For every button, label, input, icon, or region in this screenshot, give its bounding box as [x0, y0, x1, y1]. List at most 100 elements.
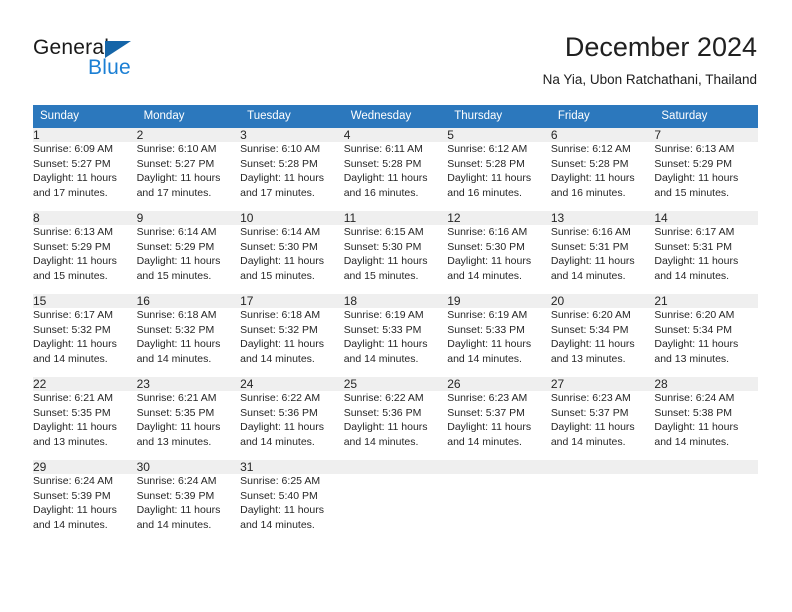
day-daylight-1-text: Daylight: 11 hours [447, 172, 532, 185]
day-daylight-1-text: Daylight: 11 hours [33, 504, 117, 517]
day-daylight-1-text: Daylight: 11 hours [550, 338, 635, 351]
day-number[interactable]: 7 [654, 128, 758, 142]
day-sunset-text: Sunset: 5:34 PM [654, 323, 733, 336]
day-detail: Sunrise: 6:21 AM Sunset: 5:35 PM Daylight:… [137, 391, 241, 460]
weekday-header-monday: Monday [136, 105, 241, 128]
day-daylight-1-text: Daylight: 11 hours [136, 338, 221, 351]
day-daylight-2-text: and 14 minutes. [343, 352, 419, 365]
page-subtitle: Na Yia, Ubon Ratchathani, Thailand [542, 72, 757, 87]
day-daylight-2-text: and 14 minutes. [240, 352, 315, 365]
day-daylight-2-text: and 15 minutes. [136, 269, 212, 282]
day-number[interactable]: 16 [136, 294, 241, 308]
day-sunset-text: Sunset: 5:27 PM [33, 157, 111, 170]
day-daylight-2-text: and 14 minutes. [447, 352, 522, 365]
day-daylight-1-text: Daylight: 11 hours [654, 421, 739, 434]
day-number[interactable]: 1 [33, 128, 137, 142]
day-number[interactable]: 9 [136, 211, 241, 225]
day-detail-empty [447, 474, 551, 543]
day-daylight-2-text: and 14 minutes. [343, 435, 419, 448]
day-daylight-1-text: Daylight: 11 hours [654, 172, 739, 185]
day-number[interactable]: 31 [240, 460, 344, 474]
day-cell-empty [343, 460, 448, 474]
title-block: December 2024 Na Yia, Ubon Ratchathani, … [543, 30, 757, 90]
weekday-header-tuesday: Tuesday [240, 105, 344, 128]
day-sunrise-text: Sunrise: 6:09 AM [33, 143, 113, 155]
day-sunrise-text: Sunrise: 6:10 AM [136, 143, 217, 155]
day-number[interactable]: 2 [136, 128, 241, 142]
day-number[interactable]: 4 [343, 128, 448, 142]
day-detail: Sunrise: 6:14 AM Sunset: 5:29 PM Daylight:… [137, 225, 241, 294]
calendar-page: General Blue December 2024 Na Yia, Ubon … [0, 0, 792, 612]
day-number[interactable]: 28 [654, 377, 758, 391]
day-daylight-1-text: Daylight: 11 hours [136, 255, 221, 268]
day-number[interactable]: 21 [654, 294, 758, 308]
day-daylight-2-text: and 17 minutes. [136, 186, 212, 199]
day-number[interactable]: 8 [33, 211, 137, 225]
day-sunrise-text: Sunrise: 6:24 AM [654, 392, 735, 404]
day-number[interactable]: 24 [240, 377, 344, 391]
day-sunrise-text: Sunrise: 6:13 AM [654, 143, 735, 155]
day-daylight-1-text: Daylight: 11 hours [343, 255, 428, 268]
day-number[interactable]: 20 [550, 294, 655, 308]
day-number[interactable]: 23 [136, 377, 241, 391]
day-daylight-2-text: and 13 minutes. [33, 435, 108, 448]
day-number[interactable]: 3 [240, 128, 344, 142]
day-detail: Sunrise: 6:16 AM Sunset: 5:30 PM Daylight:… [447, 225, 551, 294]
day-number[interactable]: 14 [654, 211, 758, 225]
day-cell-empty [550, 460, 655, 474]
week-row-details: Sunrise: 6:09 AM Sunset: 5:27 PM Daylight:… [33, 142, 758, 211]
weekday-header-thursday: Thursday [447, 105, 551, 128]
day-number[interactable]: 12 [447, 211, 551, 225]
day-sunrise-text: Sunrise: 6:17 AM [654, 226, 735, 238]
day-sunrise-text: Sunrise: 6:21 AM [136, 392, 217, 404]
day-daylight-1-text: Daylight: 11 hours [240, 504, 324, 517]
day-number[interactable]: 22 [33, 377, 137, 391]
day-detail: Sunrise: 6:13 AM Sunset: 5:29 PM Daylight:… [33, 225, 137, 294]
day-detail: Sunrise: 6:10 AM Sunset: 5:27 PM Daylight:… [137, 142, 241, 211]
day-sunrise-text: Sunrise: 6:17 AM [33, 309, 113, 321]
day-daylight-2-text: and 13 minutes. [136, 435, 212, 448]
day-number[interactable]: 13 [550, 211, 655, 225]
general-blue-logo: General Blue [33, 36, 223, 86]
day-daylight-1-text: Daylight: 11 hours [136, 504, 221, 517]
day-daylight-1-text: Daylight: 11 hours [240, 255, 324, 268]
day-number[interactable]: 15 [33, 294, 137, 308]
day-number[interactable]: 26 [447, 377, 551, 391]
day-daylight-1-text: Daylight: 11 hours [33, 255, 117, 268]
day-number[interactable]: 6 [550, 128, 655, 142]
day-daylight-2-text: and 14 minutes. [240, 435, 315, 448]
day-sunset-text: Sunset: 5:35 PM [33, 406, 111, 419]
day-sunrise-text: Sunrise: 6:14 AM [136, 226, 217, 238]
week-row-numbers: 1234567 [33, 128, 758, 142]
day-detail: Sunrise: 6:24 AM Sunset: 5:39 PM Daylight:… [33, 474, 137, 543]
day-number[interactable]: 27 [550, 377, 655, 391]
day-daylight-2-text: and 17 minutes. [240, 186, 315, 199]
day-detail: Sunrise: 6:13 AM Sunset: 5:29 PM Daylight:… [654, 142, 758, 211]
day-detail-empty [654, 474, 758, 543]
day-sunrise-text: Sunrise: 6:16 AM [550, 226, 631, 238]
day-sunset-text: Sunset: 5:36 PM [343, 406, 422, 419]
day-detail: Sunrise: 6:24 AM Sunset: 5:38 PM Daylight:… [654, 391, 758, 460]
day-sunset-text: Sunset: 5:31 PM [550, 240, 629, 253]
day-daylight-2-text: and 15 minutes. [33, 269, 108, 282]
weekday-header-saturday: Saturday [654, 105, 758, 128]
page-title: December 2024 [564, 32, 757, 62]
day-daylight-2-text: and 14 minutes. [136, 518, 212, 531]
day-number[interactable]: 10 [240, 211, 344, 225]
day-number[interactable]: 17 [240, 294, 344, 308]
day-number[interactable]: 29 [33, 460, 137, 474]
day-detail: Sunrise: 6:23 AM Sunset: 5:37 PM Daylight:… [551, 391, 655, 460]
day-daylight-1-text: Daylight: 11 hours [447, 255, 532, 268]
calendar-header-row: Sunday Monday Tuesday Wednesday Thursday… [33, 105, 758, 128]
day-number[interactable]: 25 [343, 377, 448, 391]
day-number[interactable]: 18 [343, 294, 448, 308]
day-sunrise-text: Sunrise: 6:12 AM [550, 143, 631, 155]
day-daylight-2-text: and 16 minutes. [343, 186, 419, 199]
day-number[interactable]: 5 [447, 128, 551, 142]
day-number[interactable]: 30 [136, 460, 241, 474]
day-number[interactable]: 19 [447, 294, 551, 308]
day-sunset-text: Sunset: 5:35 PM [136, 406, 215, 419]
day-detail: Sunrise: 6:21 AM Sunset: 5:35 PM Daylight:… [33, 391, 137, 460]
page-header: General Blue December 2024 Na Yia, Ubon … [0, 0, 792, 100]
day-number[interactable]: 11 [343, 211, 448, 225]
